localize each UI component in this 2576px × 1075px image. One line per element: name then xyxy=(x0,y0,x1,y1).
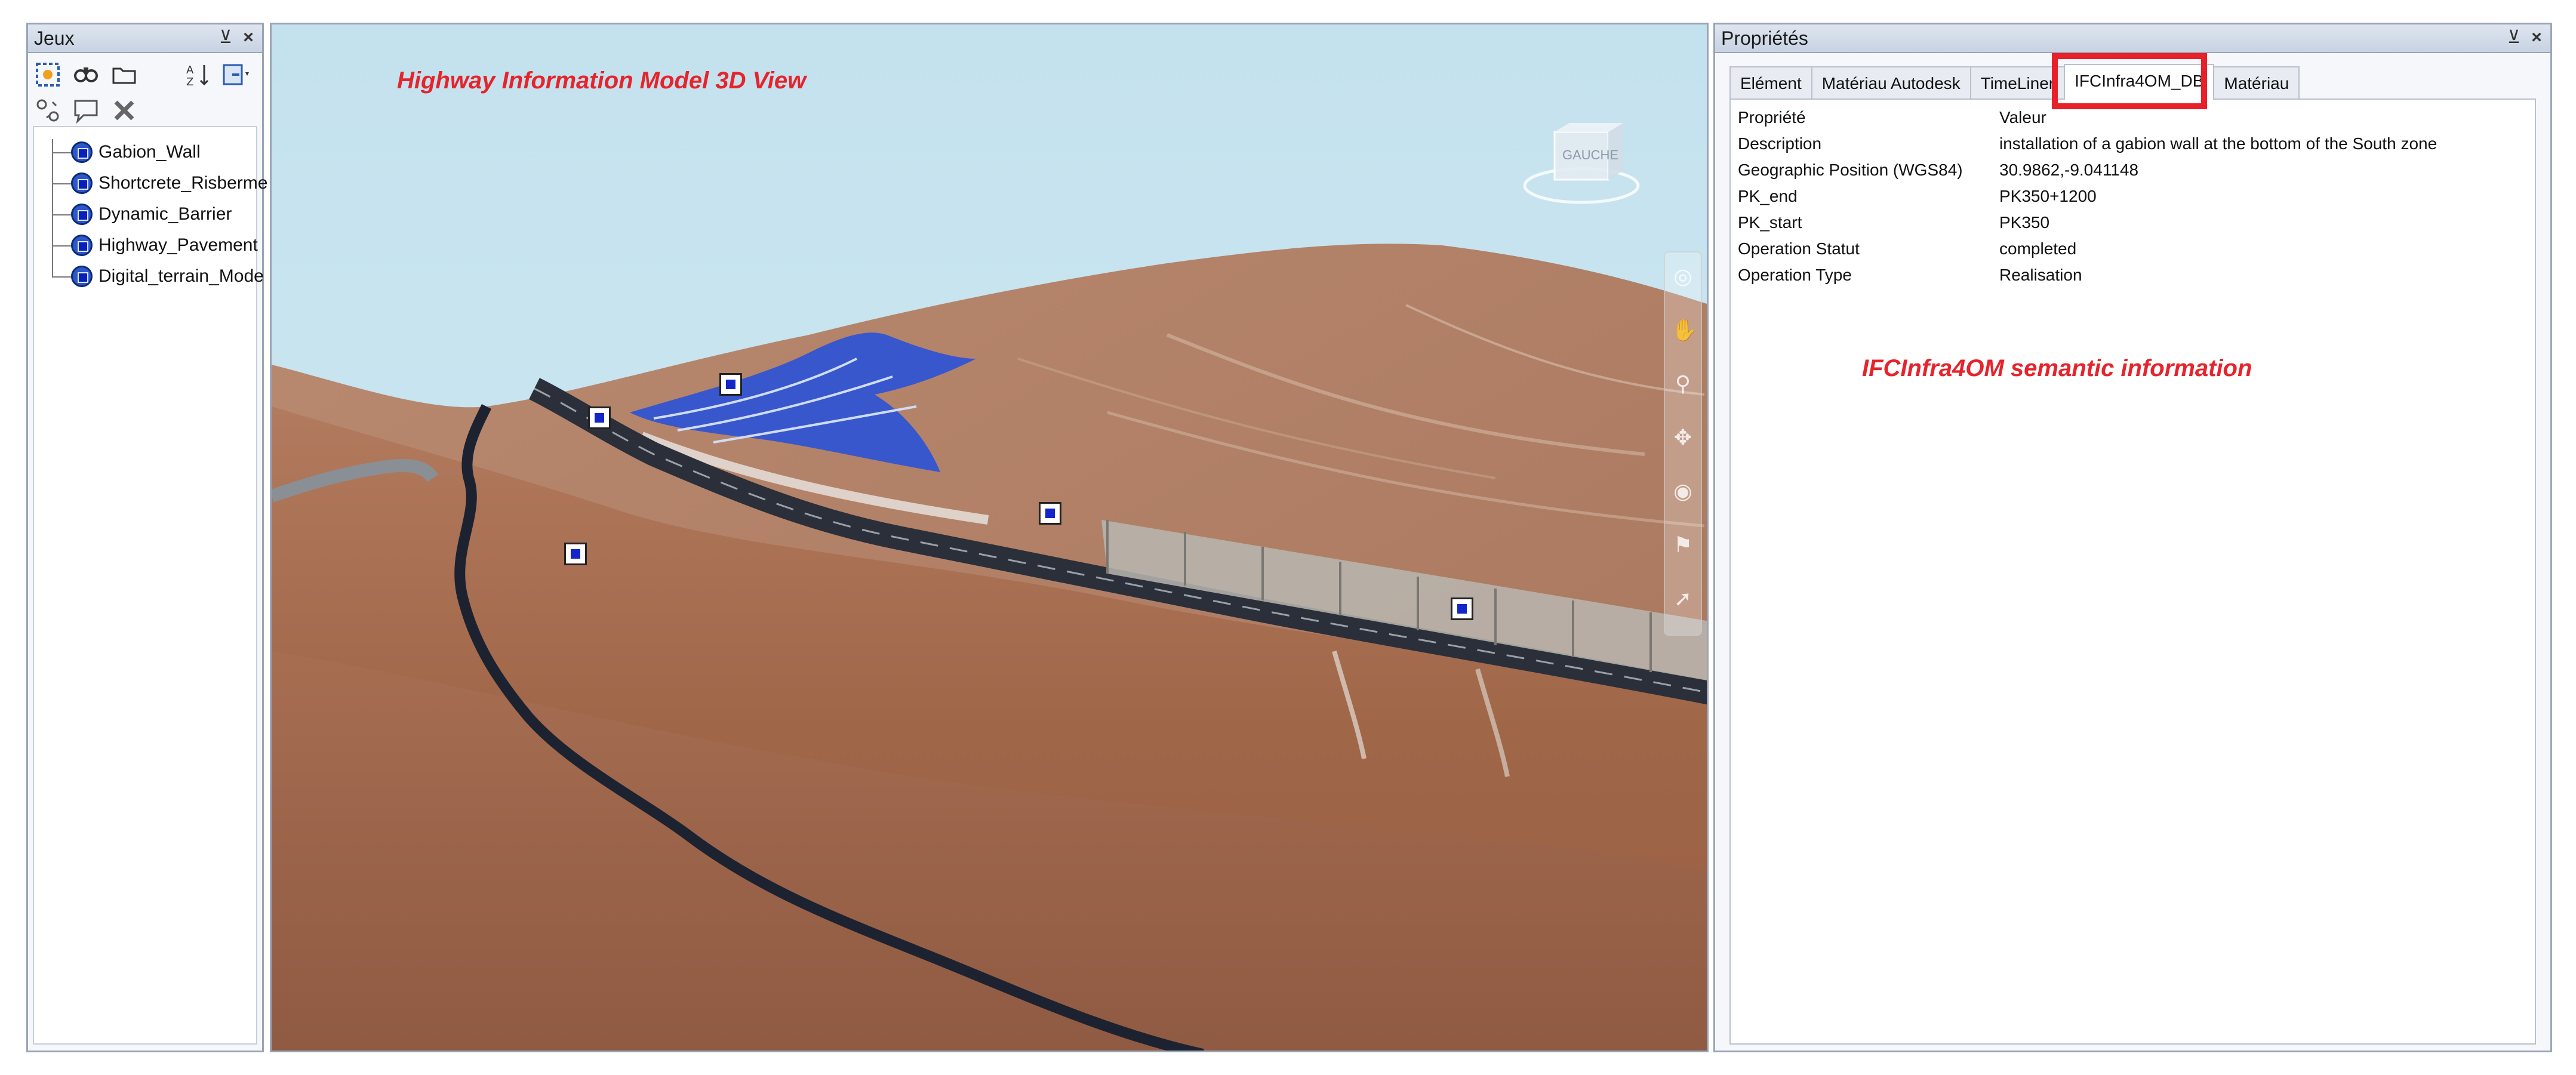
selection-set-icon xyxy=(71,141,93,163)
tab-materiau-autodesk[interactable]: Matériau Autodesk xyxy=(1811,66,1971,100)
set-label: Gabion_Wall xyxy=(99,142,201,162)
add-comment-icon[interactable] xyxy=(71,96,101,125)
set-label: Highway_Pavement xyxy=(99,235,258,255)
property-key: PK_start xyxy=(1738,213,1802,232)
property-key: Operation Statut xyxy=(1738,239,1860,258)
properties-panel: Propriétés ⊻ × Elément Matériau Autodesk… xyxy=(1713,23,2552,1052)
svg-text:Z: Z xyxy=(186,76,193,88)
navigation-bar: ◎ ✋ ⚲ ✥ ◉ ⚑ ➚ xyxy=(1664,251,1702,636)
close-icon[interactable]: × xyxy=(238,27,258,48)
set-item-gabion-wall[interactable]: Gabion_Wall xyxy=(71,137,201,167)
set-label: Shortcrete_Risberme xyxy=(99,173,268,193)
new-folder-icon[interactable] xyxy=(109,60,139,90)
steering-wheel-icon[interactable]: ◎ xyxy=(1671,264,1695,288)
viewcube[interactable]: GAUCHE xyxy=(1522,96,1641,215)
property-row[interactable]: PK_start PK350 xyxy=(1738,213,2529,239)
properties-table: Propriété Valeur Description installatio… xyxy=(1729,98,2536,1045)
property-row[interactable]: Geographic Position (WGS84) 30.9862,-9.0… xyxy=(1738,161,2529,187)
selection-set-icon xyxy=(71,235,93,256)
set-item-dynamic-barrier[interactable]: Dynamic_Barrier xyxy=(71,199,232,229)
selection-marker[interactable] xyxy=(564,543,587,565)
pin-icon[interactable]: ⊻ xyxy=(2504,27,2524,48)
selection-set-icon xyxy=(71,173,93,194)
update-icon[interactable] xyxy=(33,96,63,125)
property-column-header: Propriété xyxy=(1738,108,1806,127)
sets-panel: Jeux ⊻ × AZ Gabion_Wall Shortcrete_Risbe… xyxy=(26,23,267,1052)
property-value: PK350 xyxy=(1999,213,2050,232)
property-key: Description xyxy=(1738,134,1822,153)
zoom-icon[interactable]: ⚲ xyxy=(1671,372,1695,396)
app-window: Jeux ⊻ × AZ Gabion_Wall Shortcrete_Risbe… xyxy=(0,0,2576,1075)
value-column-header: Valeur xyxy=(1999,108,2046,127)
set-item-digital-terrain-model[interactable]: Digital_terrain_Mode xyxy=(71,261,264,291)
selection-marker[interactable] xyxy=(588,406,611,429)
sets-panel-title: Jeux xyxy=(34,27,75,49)
sort-az-icon[interactable]: AZ xyxy=(183,60,213,90)
selection-marker[interactable] xyxy=(719,373,742,396)
property-row[interactable]: Operation Type Realisation xyxy=(1738,266,2529,292)
sets-toolbar-row-1: AZ xyxy=(33,58,251,91)
property-value: 30.9862,-9.041148 xyxy=(1999,161,2139,179)
svg-text:A: A xyxy=(186,64,194,76)
tab-element[interactable]: Elément xyxy=(1729,66,1812,100)
property-value: Realisation xyxy=(1999,266,2082,284)
set-label: Dynamic_Barrier xyxy=(99,204,232,224)
selection-marker[interactable] xyxy=(1451,597,1473,620)
properties-panel-title: Propriétés xyxy=(1721,27,1808,49)
property-row[interactable]: Description installation of a gabion wal… xyxy=(1738,134,2529,161)
terrain-scene xyxy=(272,24,1707,1051)
save-search-icon[interactable] xyxy=(71,60,101,90)
selection-marker[interactable] xyxy=(1039,502,1061,525)
select-icon[interactable]: ➚ xyxy=(1671,587,1695,611)
sets-tree: Gabion_Wall Shortcrete_Risberme Dynamic_… xyxy=(33,126,267,1045)
properties-panel-title-bar: Propriétés ⊻ × xyxy=(1715,24,2550,53)
viewport-annotation: Highway Information Model 3D View xyxy=(397,67,807,94)
property-key: Operation Type xyxy=(1738,266,1852,284)
set-item-shortcrete-risberme[interactable]: Shortcrete_Risberme xyxy=(71,168,267,198)
active-tab-highlight xyxy=(2052,53,2207,109)
tree-connector xyxy=(52,139,53,276)
pin-icon[interactable]: ⊻ xyxy=(216,27,236,48)
set-item-highway-pavement[interactable]: Highway_Pavement xyxy=(71,230,258,260)
pan-icon[interactable]: ✋ xyxy=(1671,318,1698,342)
sets-panel-title-bar: Jeux ⊻ × xyxy=(28,24,262,53)
property-value: installation of a gabion wall at the bot… xyxy=(1999,134,2437,153)
save-selection-icon[interactable] xyxy=(33,60,63,90)
property-row[interactable]: Operation Statut completed xyxy=(1738,239,2529,266)
3d-viewport[interactable]: Highway Information Model 3D View GAUCHE… xyxy=(270,23,1709,1052)
import-export-icon[interactable] xyxy=(221,60,251,90)
viewcube-face-label: GAUCHE xyxy=(1562,147,1619,162)
properties-header-row: Propriété Valeur xyxy=(1738,108,2529,134)
orbit-icon[interactable]: ✥ xyxy=(1671,426,1695,449)
property-row[interactable]: PK_end PK350+1200 xyxy=(1738,187,2529,213)
look-icon[interactable]: ◉ xyxy=(1671,479,1695,503)
set-label: Digital_terrain_Mode xyxy=(99,266,264,286)
walk-icon[interactable]: ⚑ xyxy=(1671,533,1695,557)
selection-set-icon xyxy=(71,266,93,287)
sets-toolbar-row-2 xyxy=(33,94,139,127)
delete-icon[interactable] xyxy=(109,96,139,125)
selection-set-icon xyxy=(71,204,93,225)
property-key: Geographic Position (WGS84) xyxy=(1738,161,1963,179)
property-value: PK350+1200 xyxy=(1999,187,2097,205)
property-value: completed xyxy=(1999,239,2077,258)
properties-tabs: Elément Matériau Autodesk TimeLiner IFCI… xyxy=(1729,64,2300,100)
semantic-info-annotation: IFCInfra4OM semantic information xyxy=(1862,355,2252,381)
close-icon[interactable]: × xyxy=(2526,27,2547,48)
property-key: PK_end xyxy=(1738,187,1798,205)
tab-timeliner[interactable]: TimeLiner xyxy=(1969,66,2066,100)
tab-materiau[interactable]: Matériau xyxy=(2213,66,2300,100)
